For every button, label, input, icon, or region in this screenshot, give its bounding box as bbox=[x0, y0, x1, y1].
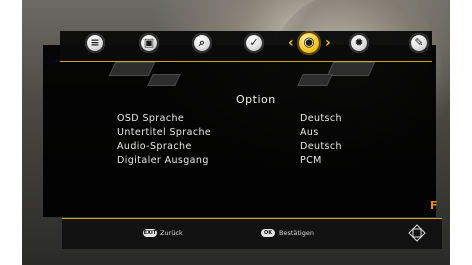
digital-output-label[interactable]: Digitaler Ausgang bbox=[117, 155, 209, 166]
confirm-hint: Bestätigen bbox=[279, 229, 314, 237]
audio-language-value[interactable]: Deutsch bbox=[300, 141, 342, 152]
menu-prev-arrow[interactable]: ‹ bbox=[288, 33, 294, 53]
osd-language-value[interactable]: Deutsch bbox=[300, 113, 342, 124]
ok-key-icon[interactable]: OK bbox=[261, 229, 275, 237]
search-icon[interactable]: ⌕ bbox=[192, 33, 212, 53]
panel-title: Option bbox=[236, 93, 276, 106]
clock-check-icon[interactable]: ✓ bbox=[244, 33, 264, 53]
back-hint: Zurück bbox=[160, 229, 183, 237]
menu-decoration bbox=[297, 74, 333, 86]
footer-bar bbox=[62, 218, 442, 249]
gear-icon[interactable]: ✹ bbox=[349, 33, 369, 53]
menu-decoration bbox=[147, 74, 181, 86]
digital-output-value[interactable]: PCM bbox=[300, 155, 322, 166]
menu-next-arrow[interactable]: › bbox=[325, 33, 331, 53]
picture-icon[interactable]: ▣ bbox=[139, 33, 159, 53]
menu-decoration bbox=[108, 62, 156, 76]
document-icon[interactable]: ≡ bbox=[85, 33, 105, 53]
subtitle-language-label[interactable]: Untertitel Sprache bbox=[117, 127, 211, 138]
audio-language-label[interactable]: Audio-Sprache bbox=[117, 141, 192, 152]
dpad-icon bbox=[408, 224, 426, 242]
option-panel bbox=[43, 45, 436, 217]
tools-icon[interactable]: ✎ bbox=[409, 33, 429, 53]
brand-logo: F bbox=[430, 199, 438, 212]
exit-key-icon[interactable]: EXIT bbox=[143, 229, 157, 237]
osd-language-label[interactable]: OSD Sprache bbox=[117, 113, 184, 124]
menu-decoration bbox=[326, 62, 376, 76]
subtitle-language-value[interactable]: Aus bbox=[300, 127, 319, 138]
globe-icon[interactable]: ◉ bbox=[297, 31, 321, 55]
